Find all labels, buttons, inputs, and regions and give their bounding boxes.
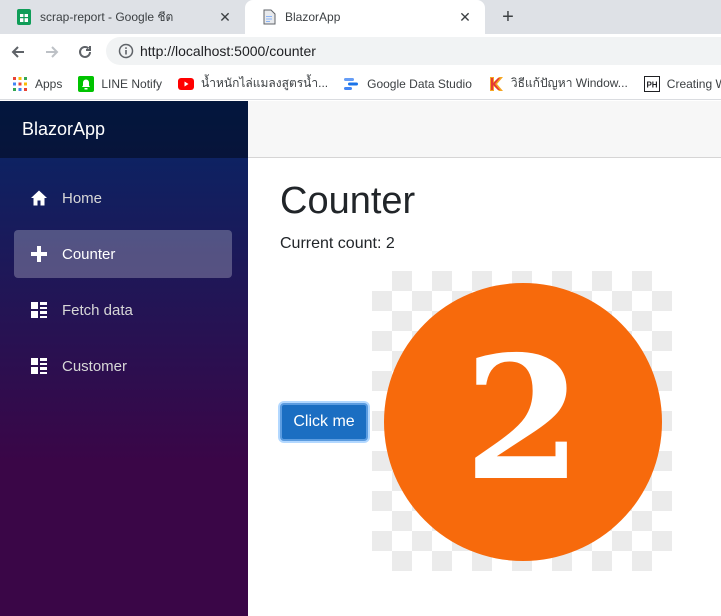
browser-toolbar: http://localhost:5000/counter	[0, 34, 721, 68]
badge-number: 2	[463, 319, 583, 519]
back-button[interactable]	[6, 40, 30, 64]
browser-tab-blazorapp[interactable]: BlazorApp ✕	[245, 0, 485, 34]
list-icon	[28, 355, 50, 377]
nav-item-home[interactable]: Home	[14, 174, 232, 222]
nav-item-counter[interactable]: Counter	[14, 230, 232, 278]
svg-text:PH: PH	[646, 80, 657, 89]
bookmark-label: Creating We	[666, 76, 721, 91]
top-row	[248, 101, 721, 158]
bookmark-label: Google Data Studio	[367, 76, 472, 91]
bookmark-label: Apps	[35, 76, 63, 91]
click-me-button[interactable]: Click me	[280, 403, 368, 441]
nav-item-label: Customer	[62, 357, 128, 375]
bookmark-label: LINE Notify	[101, 76, 163, 91]
bookmark-google-data-studio[interactable]: Google Data Studio	[344, 76, 472, 92]
browser-tab-scrap-report[interactable]: scrap-report - Google ชีต ✕	[0, 0, 245, 34]
bookmark-apps[interactable]: Apps	[12, 76, 62, 92]
info-icon[interactable]	[118, 43, 134, 59]
bookmark-youtube[interactable]: น้ำหนักไล่แมลงสูตรน้ำ...	[178, 74, 328, 93]
bookmark-windows-fix[interactable]: วิธีแก้ปัญหา Window...	[488, 74, 628, 93]
sidebar: BlazorApp Home Counter Fetch data Custom…	[0, 101, 248, 616]
address-bar[interactable]: http://localhost:5000/counter	[106, 37, 721, 65]
forward-button[interactable]	[40, 40, 64, 64]
page-icon	[261, 9, 277, 25]
new-tab-button[interactable]: +	[496, 5, 520, 29]
arrow-left-icon	[11, 46, 24, 58]
nav-item-label: Fetch data	[62, 301, 133, 319]
list-icon	[28, 299, 50, 321]
page-title: Counter	[280, 180, 416, 222]
brand-title[interactable]: BlazorApp	[0, 101, 248, 158]
google-sheets-icon	[16, 9, 32, 25]
apps-grid-icon	[12, 76, 28, 92]
line-bell-icon	[78, 75, 95, 92]
current-count-text: Current count: 2	[280, 235, 395, 252]
reload-icon	[79, 45, 91, 58]
nav-item-label: Counter	[62, 245, 116, 263]
data-studio-icon	[344, 76, 360, 92]
close-tab-icon[interactable]: ✕	[455, 7, 475, 27]
nav-item-label: Home	[62, 189, 103, 207]
plus-icon	[28, 243, 50, 265]
badge-circle: 2	[384, 283, 662, 561]
nav-item-customer[interactable]: Customer	[14, 342, 232, 390]
nav-item-fetch-data[interactable]: Fetch data	[14, 286, 232, 334]
home-icon	[28, 187, 50, 209]
arrow-right-icon	[46, 46, 59, 58]
counter-badge-image: 2	[372, 271, 672, 571]
bookmark-label: น้ำหนักไล่แมลงสูตรน้ำ...	[201, 76, 329, 90]
browser-tab-strip: scrap-report - Google ชีต ✕ BlazorApp ✕ …	[0, 0, 721, 34]
bookmark-label: วิธีแก้ปัญหา Window...	[510, 76, 628, 90]
bookmark-line-notify[interactable]: LINE Notify	[78, 75, 163, 92]
url-text: http://localhost:5000/counter	[140, 43, 316, 59]
close-tab-icon[interactable]: ✕	[215, 7, 235, 27]
tab-title: BlazorApp	[285, 10, 341, 24]
bookmark-creating-we[interactable]: PH Creating We	[643, 75, 721, 92]
reload-button[interactable]	[73, 40, 97, 64]
ph-icon: PH	[643, 75, 660, 92]
bookmarks-bar: Apps LINE Notify น้ำหนักไล่แมลงสูตรน้ำ..…	[0, 68, 721, 100]
main-content: Counter Current count: 2 Click me 2	[248, 158, 721, 616]
youtube-icon	[178, 76, 195, 92]
tab-title: scrap-report - Google ชีต	[40, 9, 174, 24]
k-icon	[488, 76, 504, 92]
